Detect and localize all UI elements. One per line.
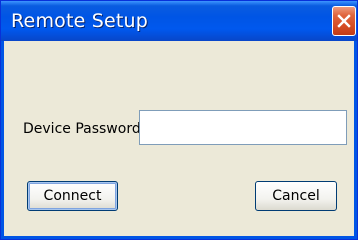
close-icon — [337, 14, 351, 28]
cancel-button[interactable]: Cancel — [255, 181, 337, 211]
connect-button[interactable]: Connect — [27, 181, 118, 211]
window-frame-right — [354, 41, 357, 239]
title-bar[interactable]: Remote Setup — [1, 1, 357, 41]
window-frame-bottom — [1, 236, 357, 239]
dialog-title: Remote Setup — [11, 10, 149, 32]
remote-setup-dialog: Remote Setup Device Password Connect Can… — [0, 0, 358, 240]
device-password-label: Device Password — [23, 121, 141, 137]
close-button[interactable] — [332, 6, 356, 36]
device-password-input[interactable] — [139, 110, 347, 145]
window-frame-left — [1, 41, 4, 239]
